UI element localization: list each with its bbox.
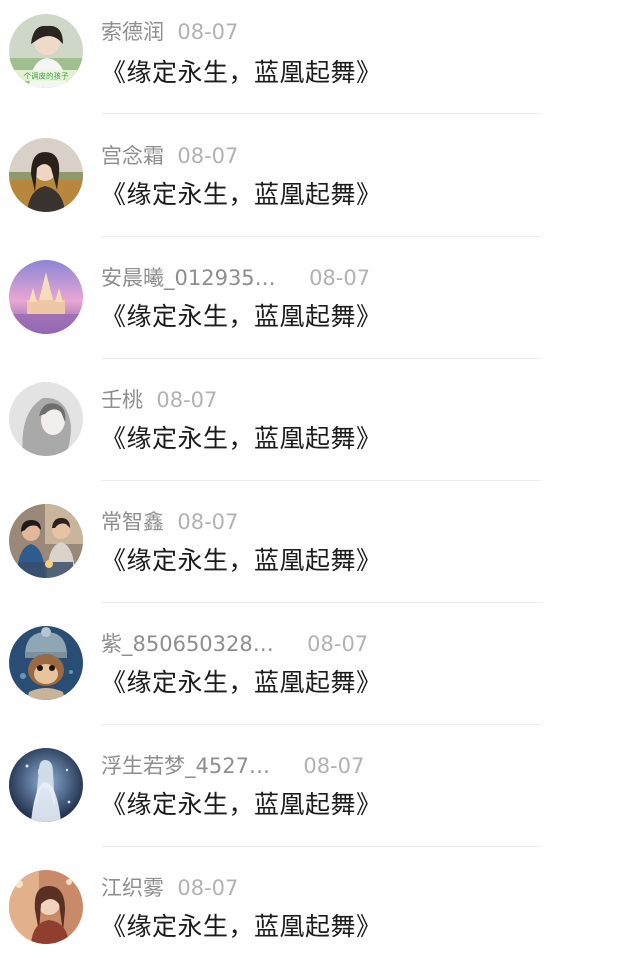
couple-photo-avatar[interactable] bbox=[9, 504, 83, 578]
username[interactable]: 索德润 bbox=[101, 20, 164, 44]
comment-text: 《缘定永生，蓝凰起舞》 bbox=[101, 58, 382, 87]
comment-text: 《缘定永生，蓝凰起舞》 bbox=[101, 912, 382, 941]
comment-text: 《缘定永生，蓝凰起舞》 bbox=[101, 790, 382, 819]
svg-text:个调皮的孩子: 个调皮的孩子 bbox=[24, 71, 69, 81]
comment-item[interactable]: 安晨曦_012935… 08-07 《缘定永生，蓝凰起舞》 bbox=[0, 244, 640, 366]
divider bbox=[101, 602, 541, 603]
comment-meta: 索德润 08-07 bbox=[101, 18, 238, 46]
divider bbox=[101, 358, 541, 359]
username[interactable]: 安晨曦_012935… bbox=[101, 266, 276, 290]
comment-date: 08-07 bbox=[156, 388, 218, 412]
comment-item[interactable]: 个调皮的孩子 索德润 08-07 《缘定永生，蓝凰起舞》 bbox=[0, 0, 640, 122]
ghost-figure-avatar[interactable] bbox=[9, 748, 83, 822]
comment-meta: 浮生若梦_4527… 08-07 bbox=[101, 752, 364, 780]
comment-text: 《缘定永生，蓝凰起舞》 bbox=[101, 180, 382, 209]
comment-date: 08-07 bbox=[177, 144, 239, 168]
comment-item[interactable]: 江织雾 08-07 《缘定永生，蓝凰起舞》 bbox=[0, 854, 640, 976]
comment-meta: 常智鑫 08-07 bbox=[101, 508, 238, 536]
username[interactable]: 浮生若梦_4527… bbox=[101, 754, 270, 778]
divider bbox=[101, 113, 541, 114]
comment-text: 《缘定永生，蓝凰起舞》 bbox=[101, 668, 382, 697]
comment-item[interactable]: 常智鑫 08-07 《缘定永生，蓝凰起舞》 bbox=[0, 488, 640, 610]
divider bbox=[101, 846, 541, 847]
username[interactable]: 壬桃 bbox=[101, 388, 143, 412]
comment-text: 《缘定永生，蓝凰起舞》 bbox=[101, 302, 382, 331]
comment-date: 08-07 bbox=[177, 20, 239, 44]
username[interactable]: 江织雾 bbox=[101, 876, 164, 900]
comment-list: 个调皮的孩子 索德润 08-07 《缘定永生，蓝凰起舞》 宫念霜 08-07 《… bbox=[0, 0, 640, 968]
comment-meta: 紫_850650328… 08-07 bbox=[101, 630, 368, 658]
monkey-hat-avatar[interactable] bbox=[9, 626, 83, 700]
comment-item[interactable]: 紫_850650328… 08-07 《缘定永生，蓝凰起舞》 bbox=[0, 610, 640, 732]
comment-meta: 江织雾 08-07 bbox=[101, 874, 238, 902]
divider bbox=[101, 480, 541, 481]
girl-street-avatar[interactable] bbox=[9, 870, 83, 944]
gray-girl-avatar[interactable] bbox=[9, 382, 83, 456]
comment-item[interactable]: 壬桃 08-07 《缘定永生，蓝凰起舞》 bbox=[0, 366, 640, 488]
comment-date: 08-07 bbox=[177, 510, 239, 534]
comment-date: 08-07 bbox=[303, 754, 365, 778]
divider bbox=[101, 724, 541, 725]
comment-meta: 壬桃 08-07 bbox=[101, 386, 217, 414]
comment-text: 《缘定永生，蓝凰起舞》 bbox=[101, 546, 382, 575]
divider bbox=[101, 236, 541, 237]
comment-text: 《缘定永生，蓝凰起舞》 bbox=[101, 424, 382, 453]
username[interactable]: 紫_850650328… bbox=[101, 632, 274, 656]
comment-date: 08-07 bbox=[307, 632, 369, 656]
comment-date: 08-07 bbox=[309, 266, 371, 290]
username[interactable]: 常智鑫 bbox=[101, 510, 164, 534]
girl-photo-avatar[interactable]: 个调皮的孩子 bbox=[9, 14, 83, 88]
username[interactable]: 宫念霜 bbox=[101, 144, 164, 168]
comment-date: 08-07 bbox=[177, 876, 239, 900]
comment-item[interactable]: 宫念霜 08-07 《缘定永生，蓝凰起舞》 bbox=[0, 122, 640, 244]
purple-palace-avatar[interactable] bbox=[9, 260, 83, 334]
comment-item[interactable]: 浮生若梦_4527… 08-07 《缘定永生，蓝凰起舞》 bbox=[0, 732, 640, 854]
comment-meta: 宫念霜 08-07 bbox=[101, 142, 238, 170]
woman-field-photo-avatar[interactable] bbox=[9, 138, 83, 212]
comment-meta: 安晨曦_012935… 08-07 bbox=[101, 264, 370, 292]
